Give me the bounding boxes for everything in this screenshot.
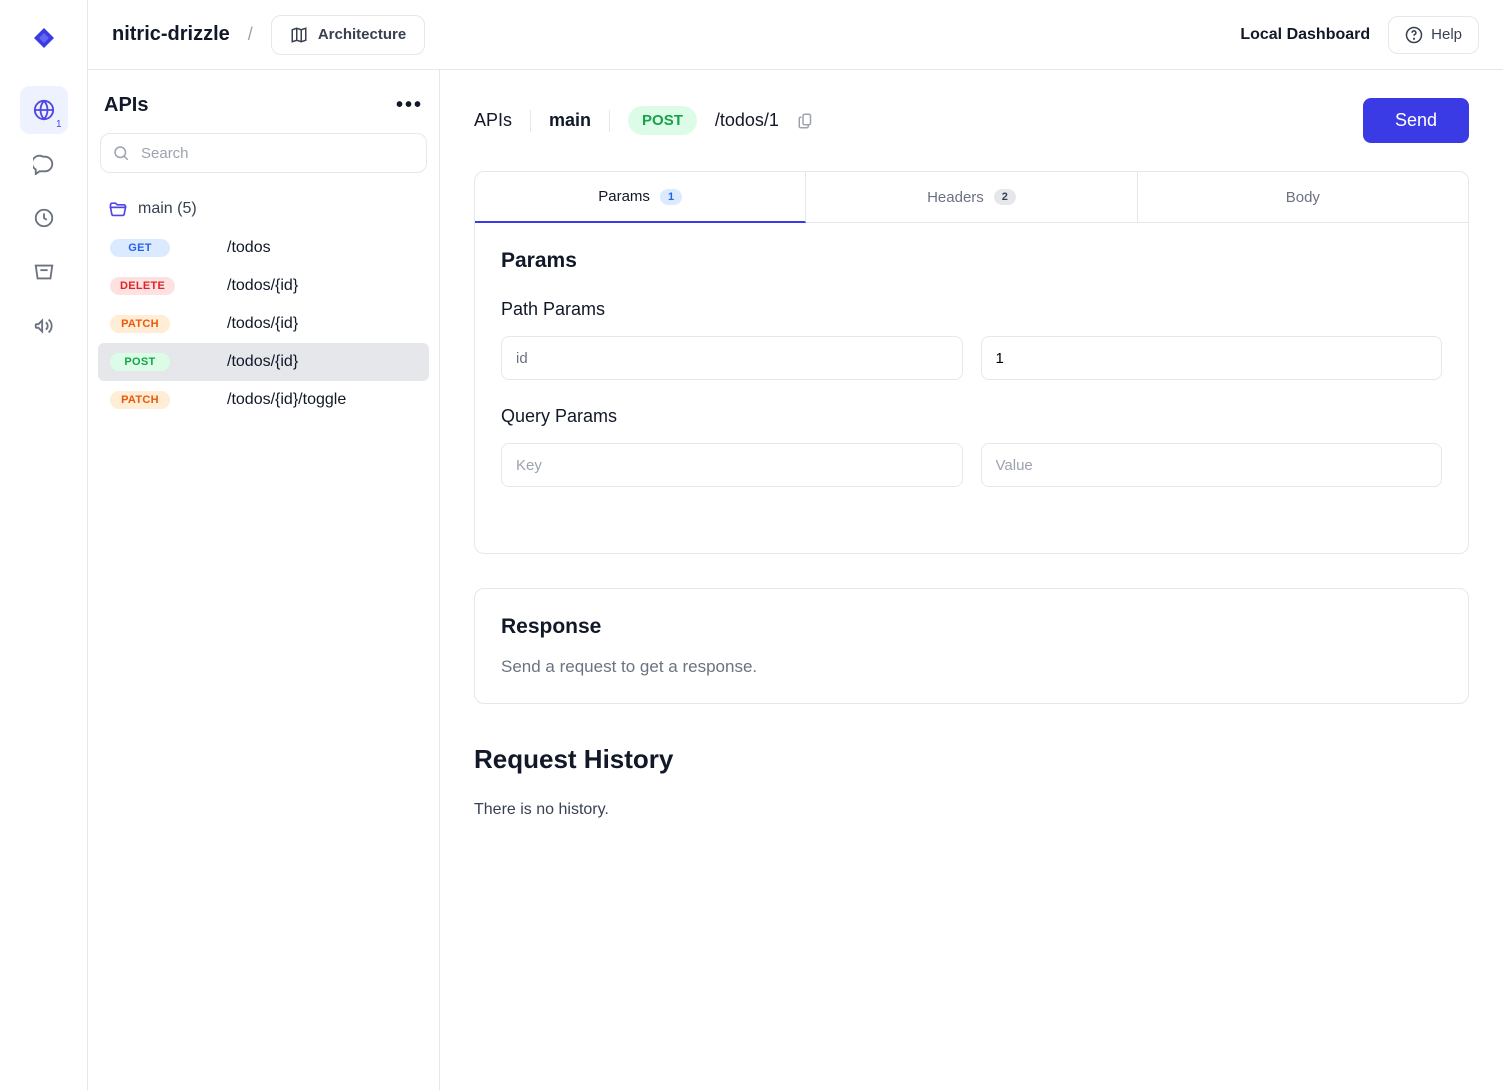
query-params-title: Query Params (501, 406, 1442, 427)
path-param-value[interactable] (981, 336, 1443, 380)
crumb-path: /todos/1 (715, 110, 779, 131)
sidebar-more-button[interactable]: ••• (396, 94, 423, 117)
route-item[interactable]: PATCH/todos/{id}/toggle (98, 381, 429, 419)
route-path: /todos/{id} (227, 353, 417, 371)
project-name: nitric-drizzle (112, 23, 230, 46)
api-group-main[interactable]: main (5) (98, 189, 429, 229)
method-badge: PATCH (110, 391, 170, 409)
route-path: /todos/{id} (227, 277, 417, 295)
help-button[interactable]: Help (1388, 16, 1479, 54)
breadcrumb-separator: / (248, 24, 253, 45)
app-logo (20, 14, 68, 62)
nav-apis[interactable]: 1 (20, 86, 68, 134)
tab-headers-label: Headers (927, 189, 984, 206)
response-card: Response Send a request to get a respons… (474, 588, 1469, 704)
crumb-method-badge: POST (628, 106, 697, 135)
tab-params-label: Params (598, 188, 650, 205)
send-button[interactable]: Send (1363, 98, 1469, 143)
folder-open-icon (108, 199, 128, 219)
top-bar: nitric-drizzle / Architecture Local Dash… (88, 0, 1503, 70)
help-label: Help (1431, 26, 1462, 43)
sidebar: APIs ••• main (5) GET/todosDELETE/todos/… (88, 70, 440, 1090)
architecture-button[interactable]: Architecture (271, 15, 425, 55)
route-item[interactable]: GET/todos (98, 229, 429, 267)
tab-params-count: 1 (660, 189, 682, 205)
nav-storage[interactable] (20, 248, 68, 296)
tab-headers[interactable]: Headers 2 (806, 172, 1137, 222)
route-item[interactable]: POST/todos/{id} (98, 343, 429, 381)
response-placeholder: Send a request to get a response. (501, 657, 1442, 677)
map-icon (290, 26, 308, 44)
sidebar-title: APIs (104, 94, 148, 117)
history-title: Request History (474, 744, 1469, 775)
request-panel: APIs main POST /todos/1 Send (440, 70, 1503, 1090)
response-title: Response (501, 615, 1442, 639)
copy-path-button[interactable] (797, 112, 815, 130)
path-param-key (501, 336, 963, 380)
route-path: /todos/{id}/toggle (227, 391, 417, 409)
nav-chat[interactable] (20, 140, 68, 188)
route-item[interactable]: PATCH/todos/{id} (98, 305, 429, 343)
architecture-label: Architecture (318, 26, 406, 43)
method-badge: PATCH (110, 315, 170, 333)
query-param-key[interactable] (501, 443, 963, 487)
history-empty: There is no history. (474, 801, 1469, 819)
route-item[interactable]: DELETE/todos/{id} (98, 267, 429, 305)
crumb-api-name[interactable]: main (549, 110, 591, 131)
method-badge: GET (110, 239, 170, 257)
search-input[interactable] (100, 133, 427, 173)
params-title: Params (501, 249, 1442, 273)
api-group-label: main (5) (138, 200, 197, 218)
nav-announce[interactable] (20, 302, 68, 350)
method-badge: DELETE (110, 277, 175, 295)
nav-apis-badge: 1 (56, 119, 62, 130)
tab-params[interactable]: Params 1 (475, 172, 806, 223)
nav-schedules[interactable] (20, 194, 68, 242)
path-params-title: Path Params (501, 299, 1442, 320)
search-icon (112, 144, 130, 162)
nav-rail: 1 (0, 0, 88, 1090)
crumb-apis[interactable]: APIs (474, 110, 512, 131)
query-param-value[interactable] (981, 443, 1443, 487)
route-path: /todos/{id} (227, 315, 417, 333)
tab-body[interactable]: Body (1138, 172, 1468, 222)
breadcrumb: APIs main POST /todos/1 (474, 106, 815, 135)
tab-headers-count: 2 (994, 189, 1016, 205)
help-icon (1405, 26, 1423, 44)
method-badge: POST (110, 353, 170, 371)
route-path: /todos (227, 239, 417, 257)
dashboard-mode-label: Local Dashboard (1240, 26, 1370, 44)
tab-body-label: Body (1286, 189, 1320, 206)
